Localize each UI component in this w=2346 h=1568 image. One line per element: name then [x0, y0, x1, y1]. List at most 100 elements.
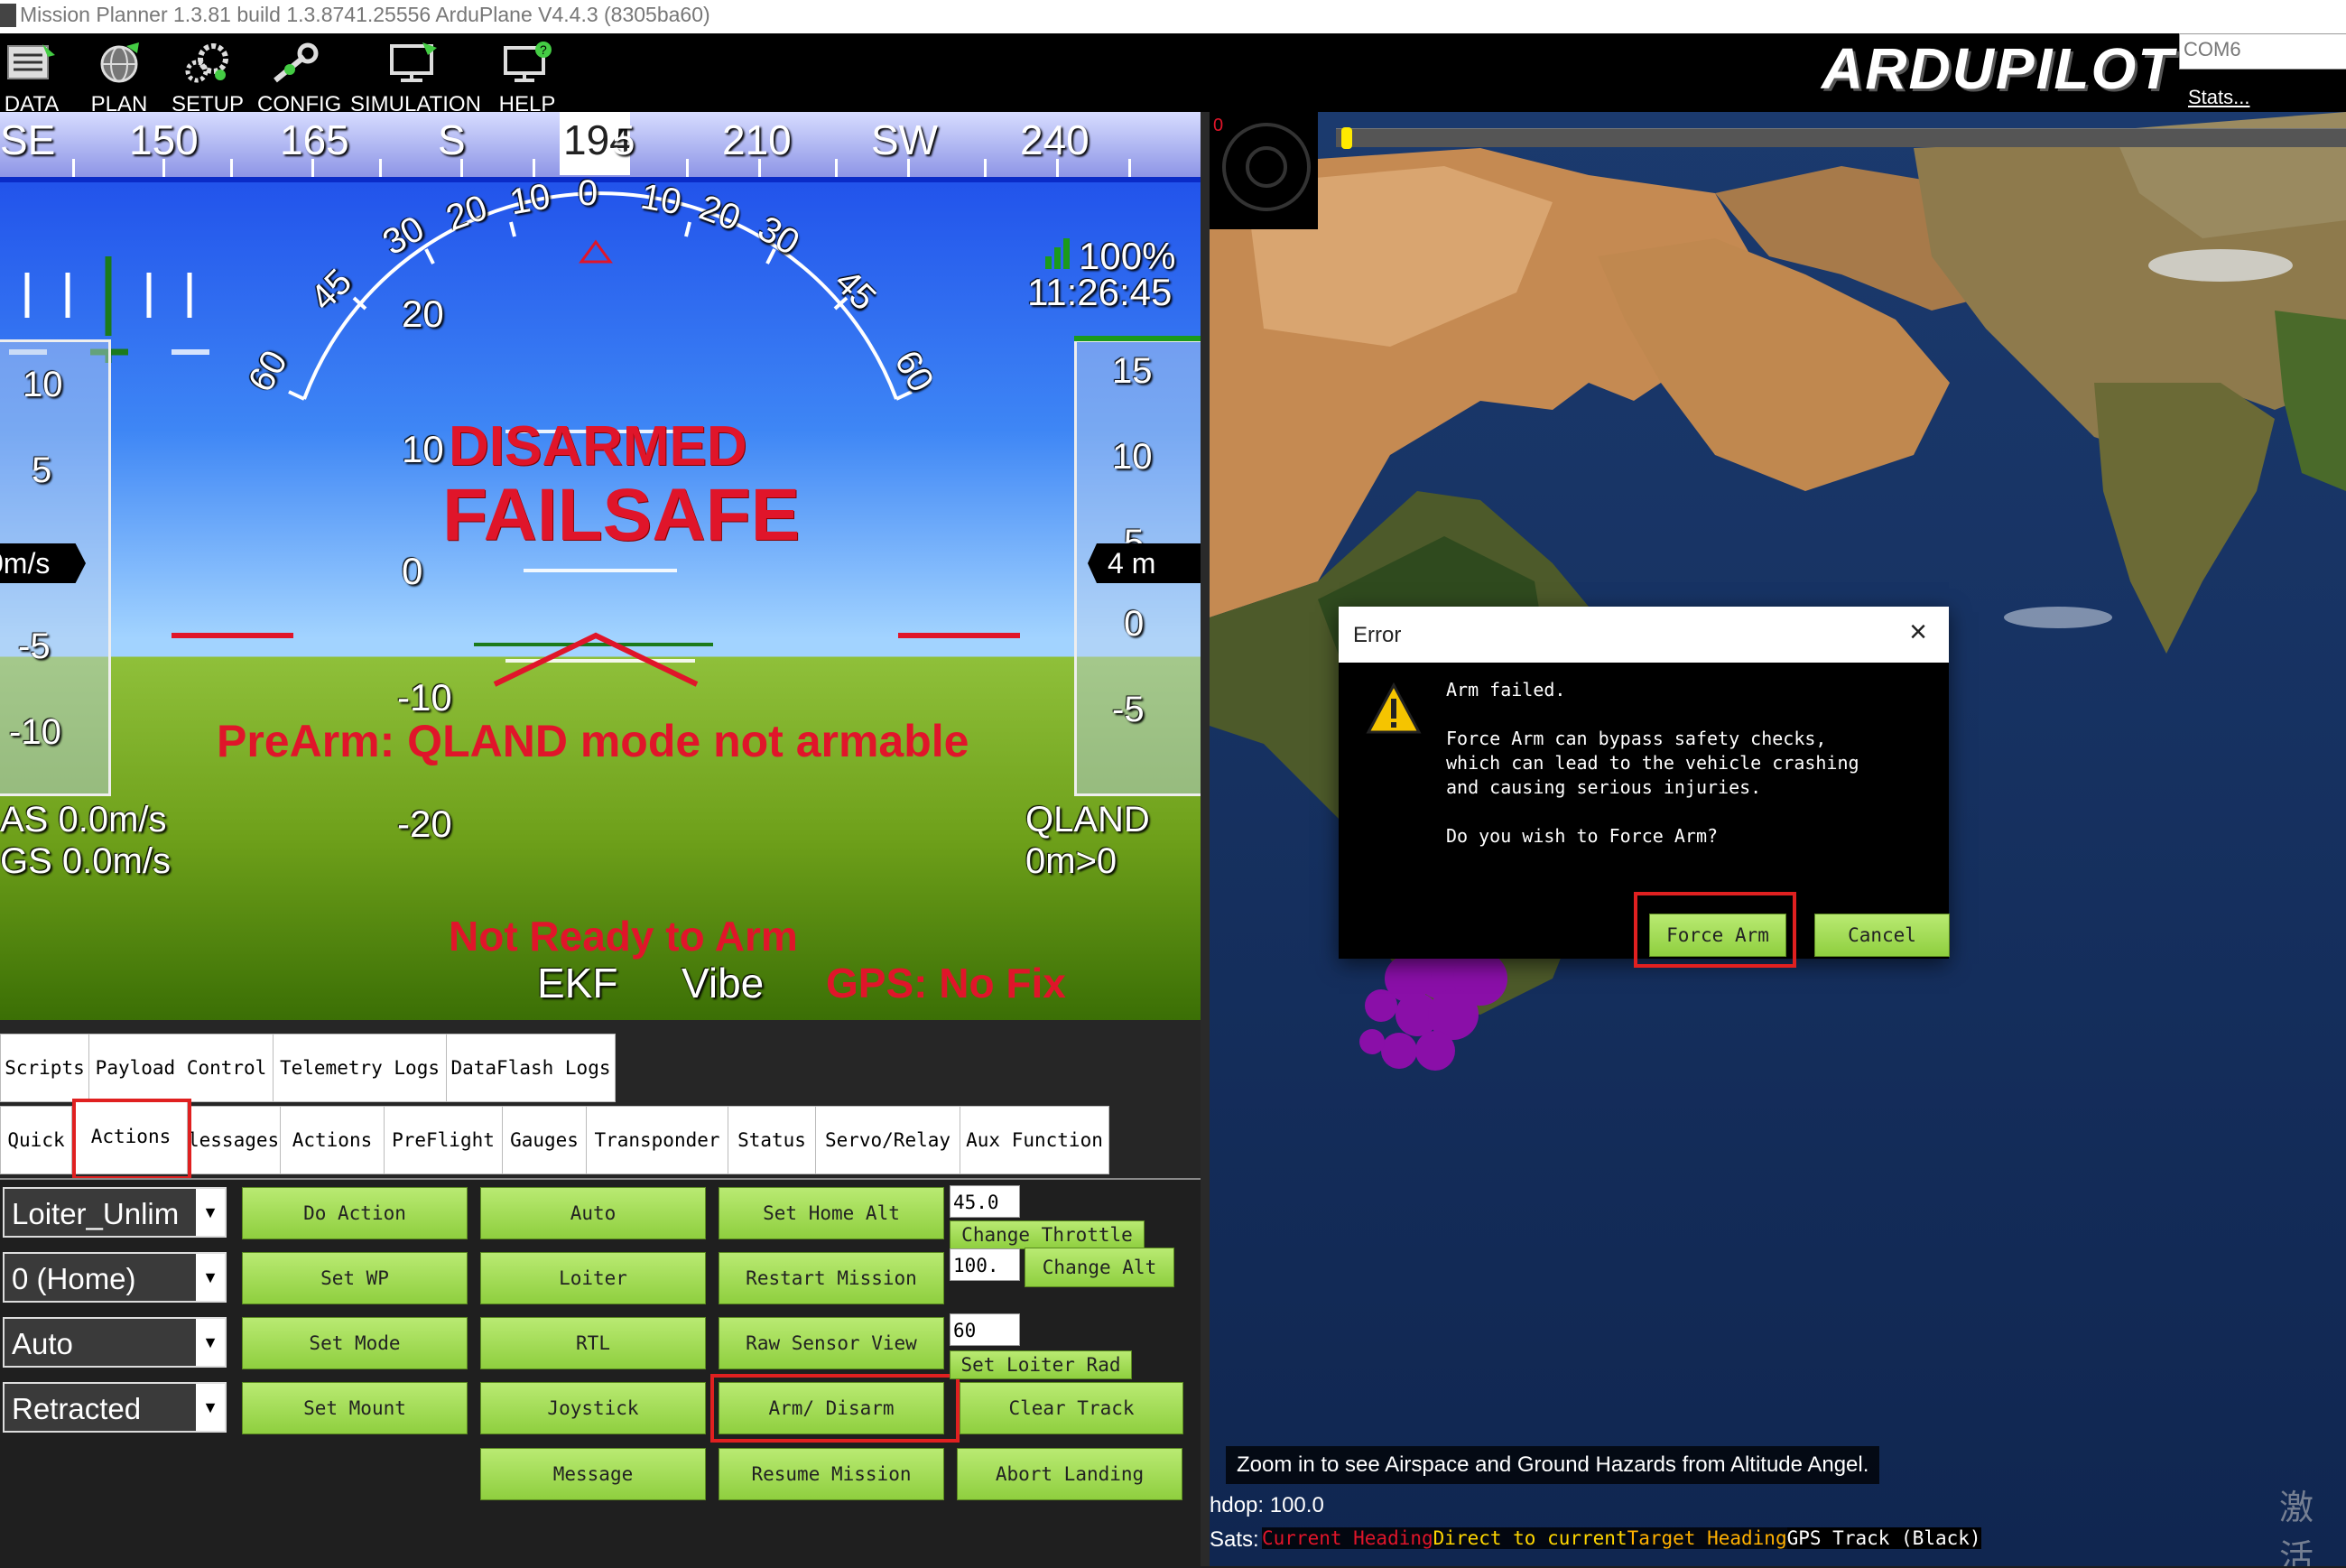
tab-actions-2[interactable]: Actions: [280, 1106, 385, 1174]
tab-payload-control[interactable]: Payload Control: [88, 1034, 274, 1102]
mode-select[interactable]: Loiter_Unlim ▼: [3, 1187, 227, 1238]
highlight-arm-disarm: [710, 1374, 960, 1443]
mount-select[interactable]: Retracted ▼: [3, 1382, 227, 1433]
set-mode-button[interactable]: Set Mode: [242, 1317, 468, 1369]
clear-track-button[interactable]: Clear Track: [960, 1382, 1183, 1434]
cancel-button[interactable]: Cancel: [1814, 914, 1950, 957]
map-legend: Current HeadingDirect to currentTarget H…: [1262, 1527, 1981, 1549]
abort-landing-button[interactable]: Abort Landing: [957, 1448, 1182, 1500]
close-icon[interactable]: ×: [1900, 614, 1936, 650]
tab-status[interactable]: Status: [728, 1106, 816, 1174]
message-button[interactable]: Message: [480, 1448, 706, 1500]
tab-telemetry-logs[interactable]: Telemetry Logs: [273, 1034, 447, 1102]
toolbar-data-button[interactable]: DATA: [0, 33, 63, 116]
restart-mission-button[interactable]: Restart Mission: [719, 1252, 944, 1304]
hdop-readout: hdop: 100.0: [1210, 1493, 1324, 1517]
com-port-value: COM6: [2184, 38, 2241, 60]
tab-servo-relay[interactable]: Servo/Relay: [815, 1106, 960, 1174]
actions-panel: Scripts Payload Control Telemetry Logs D…: [0, 1020, 1201, 1568]
speed-tick: 10: [23, 365, 63, 404]
mode-select-value: Loiter_Unlim: [12, 1197, 180, 1230]
window-title: Mission Planner 1.3.81 build 1.3.8741.25…: [20, 3, 710, 26]
altitude-current-value: 4 m: [1108, 547, 1156, 580]
status-failsafe: FAILSAFE: [442, 474, 801, 556]
heading-label: SE: [0, 116, 56, 163]
toolbar-setup-button[interactable]: SETUP: [172, 33, 244, 116]
dialog-line: Force Arm can bypass safety checks,: [1446, 728, 1827, 749]
map-slider-thumb[interactable]: [1341, 127, 1352, 149]
toolbar-plan-button[interactable]: PLAN: [86, 33, 153, 116]
dialog-line: which can lead to the vehicle crashing: [1446, 752, 1859, 774]
signal-icon: [1045, 238, 1074, 269]
legend-direct: Direct to current: [1433, 1527, 1627, 1549]
attitude-indicator-box: 0: [1210, 112, 1318, 229]
toolbar-help-button[interactable]: ? HELP: [492, 33, 562, 116]
alt-tick: 10: [1112, 437, 1153, 477]
dialog-body: Arm failed. Force Arm can bypass safety …: [1339, 663, 1950, 968]
tab-preflight[interactable]: PreFlight: [384, 1106, 503, 1174]
mount-select-value: Retracted: [12, 1392, 142, 1425]
set-wp-button[interactable]: Set WP: [242, 1252, 468, 1304]
set-loiter-rad-button[interactable]: Set Loiter Rad: [950, 1350, 1132, 1379]
groundspeed-readout: GS 0.0m/s: [0, 841, 171, 881]
distance-to-wp: 0m>0: [1025, 841, 1117, 881]
watermark-line: 激活: [2279, 1489, 2314, 1566]
set-home-alt-button[interactable]: Set Home Alt: [719, 1187, 944, 1239]
roll-label: 10: [637, 176, 685, 223]
rtl-button[interactable]: RTL: [480, 1317, 706, 1369]
tab-quick[interactable]: Quick: [0, 1106, 72, 1174]
legend-gps-track: GPS Track (Black): [1786, 1527, 1981, 1549]
heading-label: S: [438, 116, 466, 163]
chevron-down-icon: ▼: [196, 1319, 225, 1366]
pitch-label: 0: [402, 550, 423, 592]
gps-status[interactable]: GPS: No Fix: [826, 959, 1066, 1007]
tab-gauges[interactable]: Gauges: [502, 1106, 587, 1174]
resume-mission-button[interactable]: Resume Mission: [719, 1448, 944, 1500]
heading-label: 210: [722, 116, 792, 163]
toolbar-config-button[interactable]: CONFIG: [257, 33, 341, 116]
joystick-button[interactable]: Joystick: [480, 1382, 706, 1434]
tab-scripts[interactable]: Scripts: [0, 1034, 89, 1102]
loiter-rad-spinner[interactable]: 60: [950, 1313, 1020, 1346]
toolbar-simulation-button[interactable]: SIMULATION: [350, 33, 481, 116]
change-throttle-button[interactable]: Change Throttle: [950, 1220, 1145, 1249]
alt-spinner[interactable]: 100.: [950, 1248, 1020, 1281]
hud: SE 150 165 S 194 5 210 SW 240 0 10 20 30…: [0, 112, 1201, 1020]
auto-button[interactable]: Auto: [480, 1187, 706, 1239]
heading-label: 150: [129, 116, 199, 163]
tab-messages[interactable]: lessages: [187, 1106, 281, 1174]
dialog-line: Arm failed.: [1446, 679, 1566, 700]
waypoint-select[interactable]: 0 (Home) ▼: [3, 1252, 227, 1303]
set-mode-select[interactable]: Auto ▼: [3, 1317, 227, 1368]
dialog-line: and causing serious injuries.: [1446, 776, 1762, 798]
alt-tick: 15: [1112, 351, 1153, 391]
change-alt-button[interactable]: Change Alt: [1025, 1248, 1174, 1287]
legend-current-heading: Current Heading: [1262, 1527, 1433, 1549]
tab-transponder[interactable]: Transponder: [586, 1106, 728, 1174]
vibe-indicator[interactable]: Vibe: [682, 959, 764, 1007]
throttle-value: 45.0: [953, 1192, 999, 1213]
do-action-button[interactable]: Do Action: [242, 1187, 468, 1239]
loiter-button[interactable]: Loiter: [480, 1252, 706, 1304]
map-slider-track[interactable]: [1336, 127, 2346, 149]
globe-icon: [100, 42, 139, 83]
ekf-indicator[interactable]: EKF: [537, 959, 617, 1007]
ardupilot-logo: ARDUPILOT: [1822, 36, 2175, 101]
heading-label: 240: [1020, 116, 1090, 163]
main-toolbar: DATA PLAN SETUP CONFIG SIMULATION ? HELP…: [0, 33, 2346, 116]
com-port-select[interactable]: COM6: [2179, 33, 2346, 70]
data-icon: [7, 44, 55, 79]
raw-sensor-view-button[interactable]: Raw Sensor View: [719, 1317, 944, 1369]
title-bar: Mission Planner 1.3.81 build 1.3.8741.25…: [0, 0, 2346, 34]
pitch-label: 10: [402, 428, 444, 470]
throttle-spinner[interactable]: 45.0: [950, 1185, 1020, 1218]
tab-aux-function[interactable]: Aux Function: [960, 1106, 1109, 1174]
splitter[interactable]: [1201, 112, 1210, 1566]
tab-dataflash-logs[interactable]: DataFlash Logs: [446, 1034, 616, 1102]
activation-watermark: 激活转到: [2279, 1480, 2346, 1566]
stats-link[interactable]: Stats...: [2188, 86, 2249, 109]
airspeed-readout: AS 0.0m/s: [0, 800, 167, 840]
altitude-target-bar: [1074, 336, 1201, 341]
chevron-down-icon: ▼: [196, 1384, 225, 1431]
set-mount-button[interactable]: Set Mount: [242, 1382, 468, 1434]
